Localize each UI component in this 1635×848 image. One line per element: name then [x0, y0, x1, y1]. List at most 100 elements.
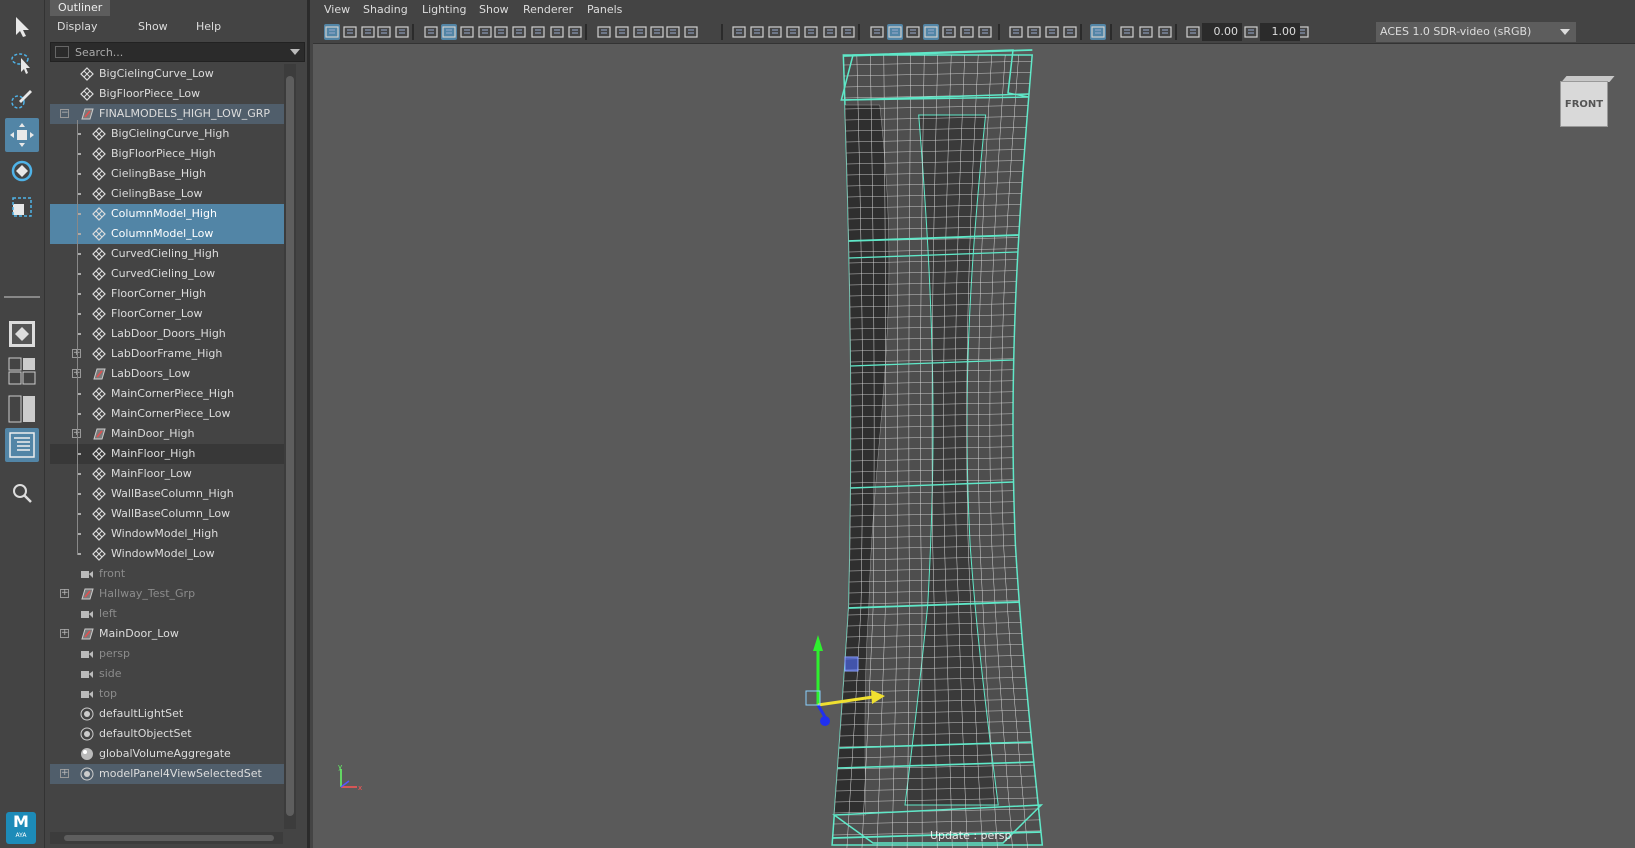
outliner-item[interactable]: ColumnModel_High — [50, 204, 295, 224]
outliner-item[interactable]: LabDoor_Doors_High — [50, 324, 295, 344]
motion-blur-icon[interactable] — [1026, 24, 1042, 40]
wireframe-on-shaded-icon[interactable] — [923, 24, 939, 40]
outliner-item[interactable]: FloorCorner_High — [50, 284, 295, 304]
outliner-item[interactable]: + MainDoor_Low — [50, 624, 295, 644]
filter-icon[interactable] — [55, 46, 69, 58]
outliner-item[interactable]: MainFloor_Low — [50, 464, 295, 484]
outliner-item[interactable]: +MainDoor_High — [50, 424, 295, 444]
view-transform-icon[interactable] — [441, 24, 457, 40]
resolution-gate-icon[interactable] — [767, 24, 783, 40]
gamma-icon[interactable] — [1243, 24, 1259, 40]
gate-mask-icon[interactable] — [493, 24, 509, 40]
safe-action-icon[interactable] — [530, 24, 546, 40]
film-gate-icon[interactable] — [749, 24, 765, 40]
outliner-item[interactable]: BigFloorPiece_High — [50, 144, 295, 164]
single-perspective-layout-icon[interactable] — [5, 317, 39, 351]
outliner-item[interactable]: front — [50, 564, 295, 584]
outliner-layout-icon[interactable] — [5, 428, 39, 462]
select-camera-icon[interactable] — [324, 24, 340, 40]
outliner-item[interactable]: globalVolumeAggregate — [50, 744, 295, 764]
chevron-down-icon[interactable] — [1560, 29, 1570, 35]
menu-lighting[interactable]: Lighting — [422, 3, 466, 16]
menu-help[interactable]: Help — [196, 20, 221, 33]
outliner-item[interactable]: ColumnModel_Low — [50, 224, 295, 244]
resolution-gate-icon[interactable] — [477, 24, 493, 40]
multisample-icon[interactable] — [1044, 24, 1060, 40]
outliner-item[interactable]: side — [50, 664, 295, 684]
outliner-item[interactable]: + Hallway_Test_Grp — [50, 584, 295, 604]
outliner-item[interactable]: CielingBase_High — [50, 164, 295, 184]
camera-attributes-icon[interactable] — [342, 24, 358, 40]
outliner-item[interactable]: + modelPanel4ViewSelectedSet — [50, 764, 295, 784]
grid-icon[interactable] — [731, 24, 747, 40]
expand-icon[interactable]: + — [60, 769, 69, 778]
depth-of-field-icon[interactable] — [1062, 24, 1078, 40]
outliner-item[interactable]: BigCielingCurve_High — [50, 124, 295, 144]
color-space-select[interactable]: ACES 1.0 SDR-video (sRGB) — [1376, 22, 1576, 42]
film-gate-icon[interactable] — [459, 24, 475, 40]
isolate-select-icon[interactable] — [1090, 24, 1106, 40]
outliner-item[interactable]: MainCornerPiece_High — [50, 384, 295, 404]
outliner-item[interactable]: defaultObjectSet — [50, 724, 295, 744]
field-chart-icon[interactable] — [511, 24, 527, 40]
outliner-item[interactable]: − FINALMODELS_HIGH_LOW_GRP — [50, 104, 295, 124]
shadows-icon[interactable] — [977, 24, 993, 40]
search-icon[interactable] — [5, 476, 39, 510]
bookmark-icon[interactable] — [360, 24, 376, 40]
xray-icon[interactable] — [1119, 24, 1135, 40]
outliner-item[interactable]: persp — [50, 644, 295, 664]
search-options-dropdown-icon[interactable] — [290, 49, 300, 55]
scale-tool-icon[interactable] — [5, 190, 39, 224]
outliner-horizontal-scrollbar[interactable] — [50, 832, 283, 844]
exposure-icon[interactable] — [1185, 24, 1201, 40]
menu-view[interactable]: View — [324, 3, 350, 16]
expand-icon[interactable]: + — [60, 629, 69, 638]
search-input[interactable] — [75, 44, 275, 60]
smooth-shade-icon[interactable] — [887, 24, 903, 40]
rotate-tool-icon[interactable] — [5, 154, 39, 188]
default-material-icon[interactable] — [905, 24, 921, 40]
outliner-item[interactable]: MainCornerPiece_Low — [50, 404, 295, 424]
menu-display[interactable]: Display — [57, 20, 98, 33]
viewcube[interactable]: FRONT — [1558, 75, 1615, 127]
outliner-item[interactable]: FloorCorner_Low — [50, 304, 295, 324]
column-wireframe-mesh[interactable] — [313, 45, 1635, 848]
menu-show[interactable]: Show — [138, 20, 168, 33]
outliner-item[interactable]: BigFloorPiece_Low — [50, 84, 295, 104]
outliner-item[interactable]: +LabDoors_Low — [50, 364, 295, 384]
grease-pencil-icon[interactable] — [423, 24, 439, 40]
outliner-item[interactable]: top — [50, 684, 295, 704]
3d-viewport[interactable]: FRONT Update : persp y x — [313, 45, 1635, 848]
isolate-icon[interactable] — [596, 24, 612, 40]
xray-joints-icon[interactable] — [632, 24, 648, 40]
gamma-field[interactable]: 1.00 — [1260, 23, 1300, 41]
xray-icon[interactable] — [614, 24, 630, 40]
outliner-item[interactable]: left — [50, 604, 295, 624]
field-chart-icon[interactable] — [803, 24, 819, 40]
ambient-occlusion-icon[interactable] — [1008, 24, 1024, 40]
side-by-side-layout-icon[interactable] — [5, 392, 39, 426]
menu-shading[interactable]: Shading — [363, 3, 408, 16]
outliner-item[interactable]: WallBaseColumn_High — [50, 484, 295, 504]
move-manipulator-z-handle[interactable] — [820, 716, 830, 726]
collapse-icon[interactable]: − — [60, 109, 69, 118]
outliner-item[interactable]: CurvedCieling_High — [50, 244, 295, 264]
outliner-item[interactable]: BigCielingCurve_Low — [50, 64, 295, 84]
paint-select-tool-icon[interactable] — [5, 82, 39, 116]
viewcube-front-face[interactable]: FRONT — [1560, 81, 1608, 127]
safe-action-icon[interactable] — [840, 24, 856, 40]
scrollbar-thumb[interactable] — [286, 76, 294, 816]
playblast-icon[interactable] — [567, 24, 583, 40]
four-view-layout-icon[interactable] — [5, 354, 39, 388]
textured-icon[interactable] — [941, 24, 957, 40]
safe-title-icon[interactable] — [822, 24, 838, 40]
outliner-item[interactable]: WindowModel_Low — [50, 544, 295, 564]
move-tool-icon[interactable] — [5, 118, 39, 152]
gate-mask-icon[interactable] — [785, 24, 801, 40]
xray-joints-icon[interactable] — [1138, 24, 1154, 40]
outliner-item[interactable]: WallBaseColumn_Low — [50, 504, 295, 524]
bookmark-view-icon[interactable] — [649, 24, 665, 40]
outliner-item[interactable]: CielingBase_Low — [50, 184, 295, 204]
xray-components-icon[interactable] — [1157, 24, 1173, 40]
outliner-item[interactable]: defaultLightSet — [50, 704, 295, 724]
